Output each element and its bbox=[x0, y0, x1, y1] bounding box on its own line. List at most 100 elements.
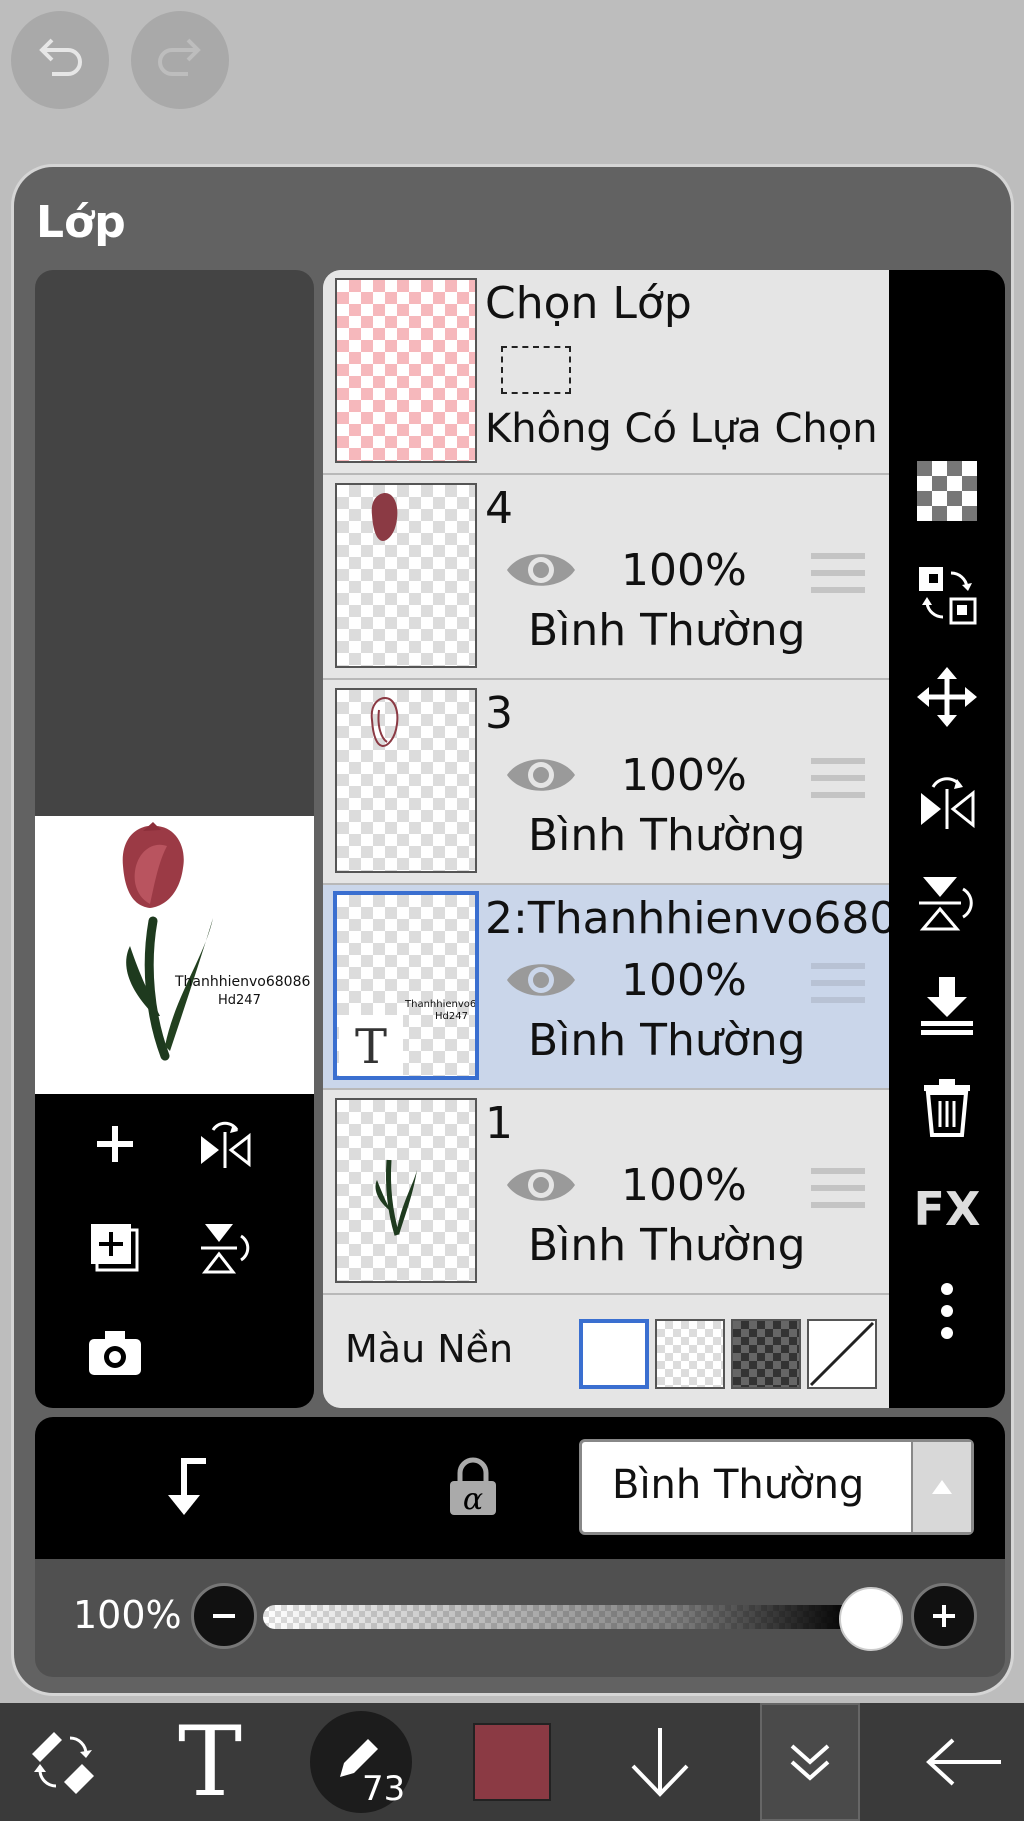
alpha-lock-icon: α bbox=[450, 1457, 496, 1517]
canvas-preview[interactable]: Thanhhienvo68086 Hd247 bbox=[35, 816, 314, 1094]
opacity-decrease-button[interactable] bbox=[191, 1583, 257, 1649]
tulip-preview-image: Thanhhienvo68086 Hd247 bbox=[122, 822, 310, 1061]
layer-blend-mode: Bình Thường bbox=[528, 1220, 806, 1271]
text-tool-button[interactable]: T bbox=[160, 1703, 260, 1821]
flip-horizontal-button[interactable] bbox=[195, 1114, 255, 1174]
thumbnail-text-line2: Hd247 bbox=[435, 1011, 468, 1022]
arrow-left-icon bbox=[926, 1738, 1001, 1786]
opacity-control: 100% bbox=[35, 1559, 1005, 1677]
layer-list-area: Chọn Lớp Không Có Lựa Chọn 4 100% Bình T… bbox=[323, 270, 1005, 1408]
brush-size-button[interactable]: 73 bbox=[308, 1703, 414, 1821]
layer-opacity: 100% bbox=[621, 545, 747, 596]
layer-blend-mode: Bình Thường bbox=[528, 605, 806, 656]
drag-handle-icon bbox=[811, 963, 865, 1003]
background-label: Màu Nền bbox=[345, 1327, 514, 1371]
eye-icon bbox=[507, 964, 575, 996]
flip-vertical-side-button[interactable] bbox=[889, 858, 1005, 948]
layer-thumbnail: Thanhhienvo68 Hd247 T bbox=[333, 891, 479, 1080]
layer-name: 3 bbox=[485, 688, 513, 739]
swap-layer-button[interactable] bbox=[889, 550, 1005, 640]
flip-vertical-icon bbox=[919, 877, 973, 931]
panel-title: Lớp bbox=[36, 197, 126, 248]
checkerboard-icon bbox=[917, 461, 977, 521]
layer-row-1[interactable]: 1 100% Bình Thường bbox=[323, 1090, 889, 1295]
visibility-toggle[interactable] bbox=[503, 750, 579, 804]
preview-watermark-line2: Hd247 bbox=[218, 993, 261, 1008]
clipping-button[interactable] bbox=[145, 1447, 225, 1527]
trash-icon bbox=[924, 1079, 970, 1137]
eye-icon bbox=[507, 1169, 575, 1201]
layer-down-button[interactable] bbox=[620, 1703, 700, 1821]
flip-horizontal-side-button[interactable] bbox=[889, 756, 1005, 846]
layer-list: Chọn Lớp Không Có Lựa Chọn 4 100% Bình T… bbox=[323, 270, 889, 1408]
reorder-handle[interactable] bbox=[811, 1166, 865, 1214]
selection-layer-title: Chọn Lớp bbox=[485, 278, 692, 329]
selection-layer-row[interactable]: Chọn Lớp Không Có Lựa Chọn bbox=[323, 270, 889, 475]
add-copy-layer-button[interactable] bbox=[85, 1218, 145, 1278]
thumbnail-text-line1: Thanhhienvo68 bbox=[405, 999, 479, 1010]
clear-layer-button[interactable] bbox=[889, 446, 1005, 536]
color-button[interactable] bbox=[472, 1703, 552, 1821]
layer-row-2[interactable]: Thanhhienvo68 Hd247 T 2:Thanhhienvo680 1… bbox=[323, 885, 889, 1090]
selection-marquee-icon bbox=[501, 346, 571, 394]
move-button[interactable] bbox=[889, 652, 1005, 742]
dropdown-arrow-icon bbox=[911, 1442, 971, 1532]
layer-row-3[interactable]: 3 100% Bình Thường bbox=[323, 680, 889, 885]
selection-layer-thumbnail bbox=[335, 278, 477, 463]
camera-icon bbox=[89, 1331, 141, 1375]
visibility-toggle[interactable] bbox=[503, 545, 579, 599]
layer-thumbnail bbox=[335, 1098, 477, 1283]
diagonal-icon bbox=[809, 1321, 875, 1387]
reorder-handle[interactable] bbox=[811, 961, 865, 1009]
blend-mode-dropdown[interactable]: Bình Thường bbox=[579, 1439, 974, 1535]
canvas-preview-column: Thanhhienvo68086 Hd247 bbox=[35, 270, 314, 1408]
opacity-value-label: 100% bbox=[73, 1593, 182, 1637]
layer-row-4[interactable]: 4 100% Bình Thường bbox=[323, 475, 889, 680]
redo-button[interactable] bbox=[131, 11, 229, 109]
svg-text:α: α bbox=[463, 1482, 483, 1517]
blend-mode-value: Bình Thường bbox=[612, 1462, 865, 1508]
camera-button[interactable] bbox=[85, 1322, 145, 1382]
layer-opacity: 100% bbox=[621, 1160, 747, 1211]
opacity-increase-button[interactable] bbox=[911, 1583, 977, 1649]
chevron-double-down-icon bbox=[790, 1744, 830, 1781]
background-white-swatch[interactable] bbox=[579, 1319, 649, 1389]
layer-panel: Lớp Thanhhienvo68086 Hd247 Chọn Lớp Khôn… bbox=[11, 164, 1014, 1696]
merge-down-button[interactable] bbox=[889, 960, 1005, 1050]
background-color-row: Màu Nền bbox=[323, 1295, 889, 1408]
layer-name: 1 bbox=[485, 1098, 513, 1149]
add-layer-button[interactable] bbox=[85, 1114, 145, 1174]
back-button[interactable] bbox=[920, 1703, 1010, 1821]
duplicate-layer-icon bbox=[91, 1224, 139, 1272]
background-transparent-swatch[interactable] bbox=[655, 1319, 725, 1389]
preview-watermark-line1: Thanhhienvo68086 bbox=[174, 974, 310, 990]
layer-opacity: 100% bbox=[621, 955, 747, 1006]
reorder-handle[interactable] bbox=[811, 756, 865, 804]
arrow-down-icon bbox=[631, 1728, 689, 1797]
background-dark-swatch[interactable] bbox=[731, 1319, 801, 1389]
plus-icon bbox=[933, 1605, 955, 1627]
fx-button[interactable]: FX bbox=[889, 1164, 1005, 1254]
opacity-slider[interactable] bbox=[263, 1605, 853, 1629]
brush-eraser-swap-icon bbox=[32, 1732, 94, 1794]
flip-vertical-button[interactable] bbox=[195, 1218, 255, 1278]
more-vertical-icon bbox=[941, 1283, 953, 1339]
layer-action-bar: α Bình Thường bbox=[35, 1417, 1005, 1559]
opacity-slider-thumb[interactable] bbox=[839, 1587, 903, 1651]
brush-size-value: 73 bbox=[362, 1769, 406, 1809]
reorder-handle[interactable] bbox=[811, 551, 865, 599]
background-custom-swatch[interactable] bbox=[807, 1319, 877, 1389]
layers-panel-button[interactable] bbox=[760, 1703, 860, 1821]
plus-icon bbox=[97, 1126, 133, 1162]
delete-layer-button[interactable] bbox=[889, 1062, 1005, 1152]
tool-switch-button[interactable] bbox=[14, 1703, 114, 1821]
alpha-lock-button[interactable]: α bbox=[433, 1447, 513, 1527]
layer-opacity: 100% bbox=[621, 750, 747, 801]
current-color-swatch bbox=[473, 1723, 551, 1801]
clipping-arrow-icon bbox=[168, 1458, 206, 1515]
visibility-toggle[interactable] bbox=[503, 1160, 579, 1214]
more-options-button[interactable] bbox=[889, 1266, 1005, 1356]
merge-down-icon bbox=[921, 977, 973, 1035]
visibility-toggle[interactable] bbox=[503, 955, 579, 1009]
undo-button[interactable] bbox=[11, 11, 109, 109]
